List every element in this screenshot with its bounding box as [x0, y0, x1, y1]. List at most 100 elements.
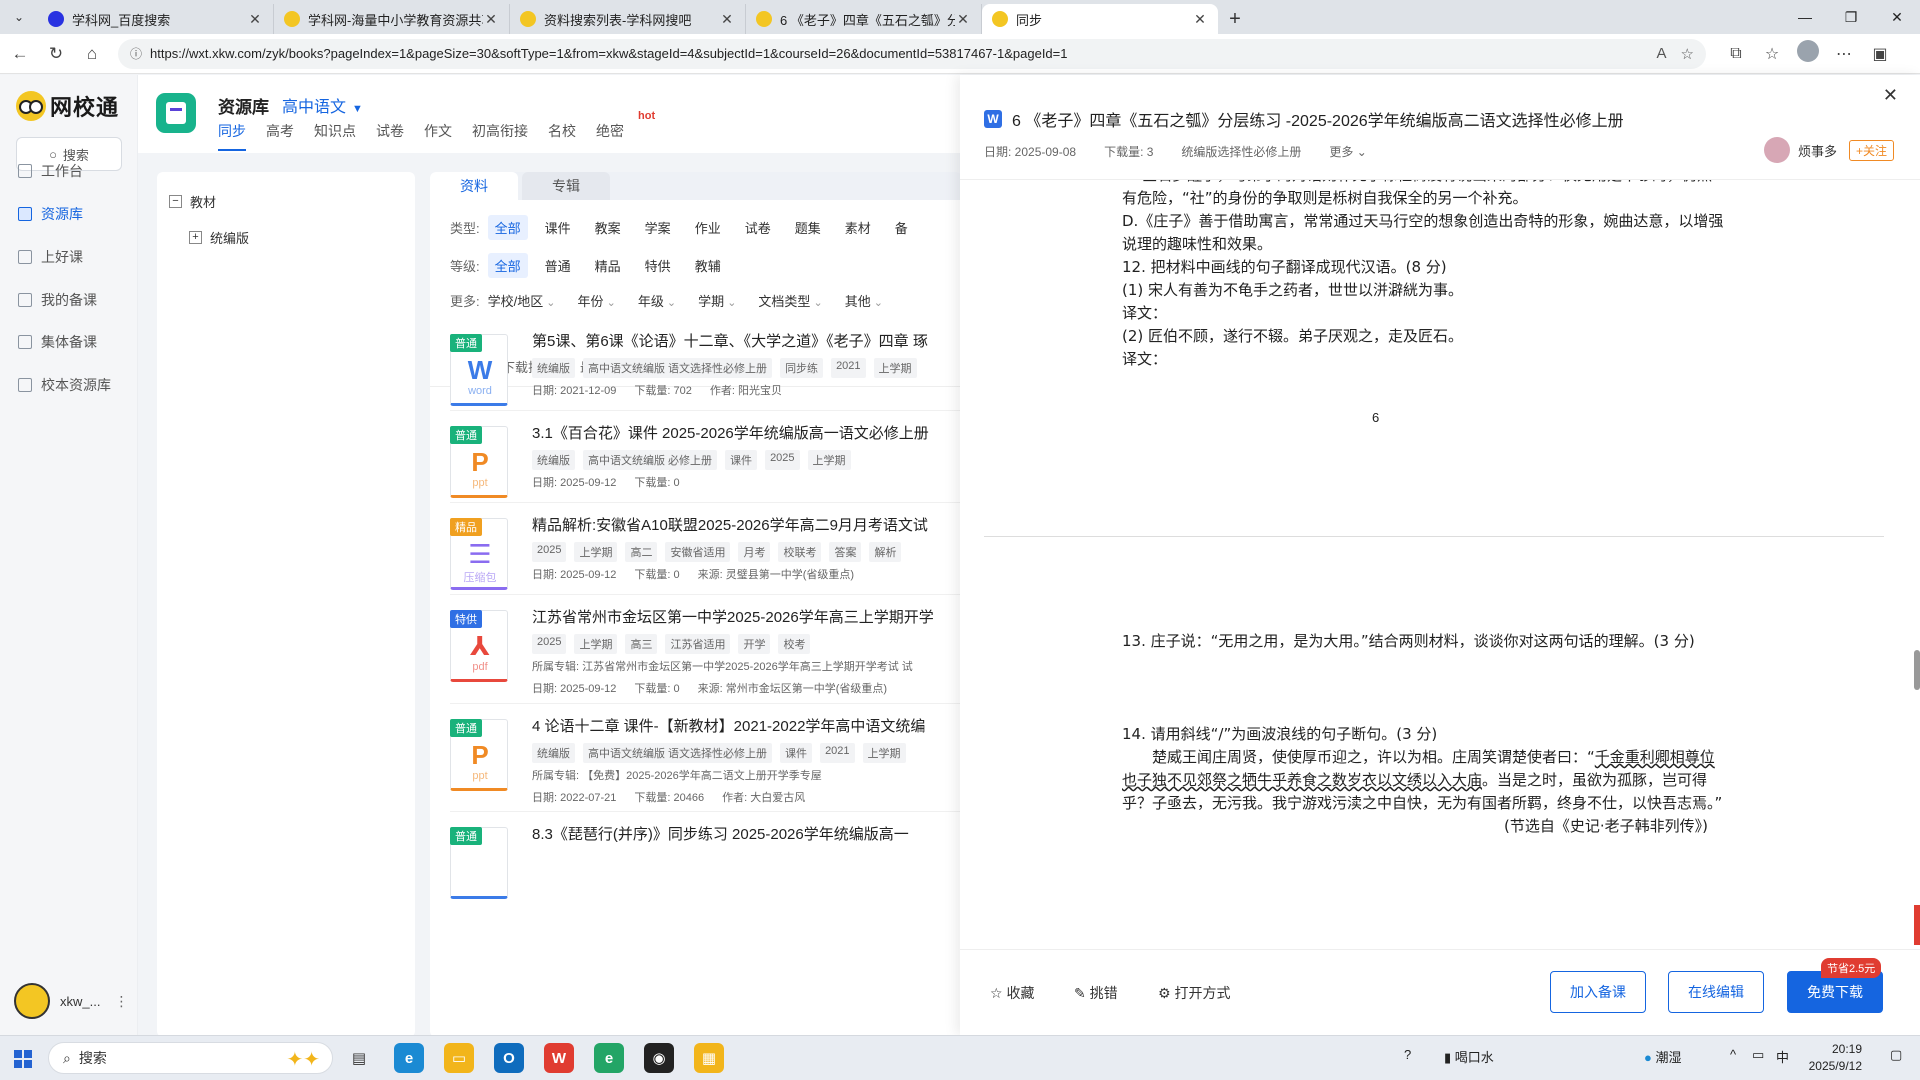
tag[interactable]: 上学期 — [574, 542, 618, 562]
header-tab[interactable]: 作文 — [424, 121, 452, 151]
header-tab[interactable]: 初高衔接 — [472, 121, 528, 151]
tag[interactable]: 开学 — [738, 634, 771, 654]
network-icon[interactable]: ▭ — [1752, 1047, 1764, 1063]
tag[interactable]: 同步练 — [780, 358, 824, 378]
sidebar-item-school-library[interactable]: 校本资源库 — [18, 375, 111, 395]
album-line[interactable]: 所属专辑: 江苏省常州市金坛区第一中学2025-2026学年高三上学期开学考试 … — [532, 658, 962, 674]
tag[interactable]: 月考 — [738, 542, 771, 562]
list-item[interactable]: 普通 8.3《琵琶行(并序)》同步练习 2025-2026学年统编版高一 — [450, 823, 962, 913]
browser-tab[interactable]: 学科网_百度搜索 ✕ — [38, 4, 274, 34]
filter-option[interactable]: 学期 — [698, 291, 736, 310]
favorites-icon[interactable]: ☆ — [1754, 44, 1790, 64]
tag[interactable]: 2025 — [532, 634, 567, 654]
close-window-button[interactable]: ✕ — [1874, 0, 1920, 34]
filter-option[interactable]: 教案 — [588, 215, 628, 240]
tag[interactable]: 课件 — [780, 743, 813, 763]
author-name[interactable]: 烦事多 — [1798, 141, 1837, 160]
tag[interactable]: 解析 — [869, 542, 902, 562]
tag[interactable]: 高中语文统编版 语文选择性必修上册 — [583, 743, 773, 763]
list-item-title[interactable]: 3.1《百合花》课件 2025-2026学年统编版高一语文必修上册 — [532, 422, 962, 443]
browser-tab[interactable]: 6 《老子》四章《五石之瓠》分 ✕ — [746, 4, 982, 34]
tag[interactable]: 上学期 — [574, 634, 618, 654]
subject-selector[interactable]: 高中语文 ▼ — [282, 93, 363, 117]
tab-albums[interactable]: 专辑 — [522, 172, 610, 200]
filter-option[interactable]: 学校/地区 — [488, 291, 556, 310]
filter-option[interactable]: 文档类型 — [758, 291, 822, 310]
info-icon[interactable]: ⓘ — [130, 45, 142, 62]
refresh-icon[interactable]: ↻ — [40, 38, 72, 70]
close-tab-icon[interactable]: ✕ — [247, 11, 263, 28]
list-item[interactable]: 普通 Pppt 3.1《百合花》课件 2025-2026学年统编版高一语文必修上册统… — [450, 422, 962, 512]
online-edit-button[interactable]: 在线编辑 — [1668, 971, 1764, 1013]
header-tab[interactable]: 高考 — [266, 121, 294, 151]
favorite-action[interactable]: ☆ 收藏 — [990, 983, 1034, 1003]
more-vertical-icon[interactable]: ⋮ — [114, 993, 128, 1010]
list-item[interactable]: 普通 Pppt 4 论语十二章 课件-【新教材】2021-2022学年高中语文统编统… — [450, 715, 962, 805]
close-tab-icon[interactable]: ✕ — [1192, 11, 1208, 28]
header-tab[interactable]: 知识点 — [314, 121, 356, 151]
open-mode-action[interactable]: ⚙ 打开方式 — [1158, 983, 1230, 1003]
tag[interactable]: 上学期 — [873, 358, 917, 378]
tag[interactable]: 高中语文统编版 必修上册 — [583, 450, 718, 470]
file-explorer-icon[interactable]: ▭ — [444, 1043, 474, 1073]
filter-option[interactable]: 作业 — [688, 215, 728, 240]
list-item-title[interactable]: 4 论语十二章 课件-【新教材】2021-2022学年高中语文统编 — [532, 715, 962, 736]
tab-materials[interactable]: 资料 — [430, 172, 518, 200]
document-page-view[interactable]: C. 匠石梦醒了，与弟子的对话则补充了栎社树没有说出来的部分：仅无用是不够的，仍… — [960, 180, 1920, 948]
header-tab[interactable]: 绝密 — [596, 121, 624, 151]
album-line[interactable]: 所属专辑: 【免费】2025-2026学年高二语文上册开学季专屋 — [532, 767, 962, 783]
list-item[interactable]: 普通 Wword 第5课、第6课《论语》十二章、《大学之道》《老子》四章 琢统编版高… — [450, 330, 962, 420]
filter-option[interactable]: 特供 — [638, 253, 678, 278]
windows-start-icon[interactable] — [14, 1050, 32, 1068]
user-profile[interactable]: xkw_... ⋮ — [14, 983, 128, 1019]
read-aloud-icon[interactable]: A — [1657, 45, 1667, 62]
filter-option[interactable]: 其他 — [845, 291, 883, 310]
close-icon[interactable]: ✕ — [1883, 85, 1898, 106]
browser-tab[interactable]: 同步 ✕ — [982, 4, 1218, 34]
filter-option[interactable]: 全部 — [487, 215, 528, 240]
task-view-icon[interactable]: ▤ — [344, 1043, 374, 1073]
extensions-icon[interactable]: ⧉ — [1718, 45, 1754, 63]
author-avatar[interactable] — [1763, 137, 1790, 163]
favorite-star-icon[interactable]: ☆ — [1681, 45, 1694, 63]
taskbar-search[interactable]: ⌕ 搜索 ✦✦ — [48, 1042, 333, 1074]
tag[interactable]: 统编版 — [532, 450, 575, 470]
tag[interactable]: 课件 — [725, 450, 758, 470]
notification-icon[interactable]: ▢ — [1890, 1047, 1902, 1063]
header-tab[interactable]: 同步 — [218, 121, 246, 151]
filter-option[interactable]: 备 — [888, 215, 915, 240]
tag[interactable]: 统编版 — [532, 743, 575, 763]
home-icon[interactable]: ⌂ — [76, 38, 108, 70]
tag[interactable]: 2021 — [820, 743, 855, 763]
qq-icon[interactable]: ◉ — [644, 1043, 674, 1073]
filter-option[interactable]: 年级 — [638, 291, 676, 310]
filter-option[interactable]: 课件 — [538, 215, 578, 240]
filter-option[interactable]: 教辅 — [688, 253, 728, 278]
tree-node-textbook[interactable]: − 教材 — [169, 192, 216, 211]
new-tab-button[interactable]: + — [1218, 4, 1252, 34]
sidebar-item-group-prep[interactable]: 集体备课 — [18, 332, 97, 352]
books-app-icon[interactable]: ▦ — [694, 1043, 724, 1073]
water-reminder-app[interactable]: ▮ 喝口水 — [1444, 1047, 1494, 1066]
follow-button[interactable]: +关注 — [1848, 139, 1894, 161]
expand-icon[interactable]: + — [189, 231, 202, 244]
header-tab[interactable]: 名校 — [548, 121, 576, 151]
filter-option[interactable]: 学案 — [638, 215, 678, 240]
header-tab[interactable]: 试卷 — [376, 121, 404, 151]
collapse-icon[interactable]: − — [169, 195, 182, 208]
filter-option[interactable]: 精品 — [588, 253, 628, 278]
weather-widget[interactable]: ● 潮湿 — [1644, 1047, 1681, 1066]
url-field[interactable]: ⓘ https://wxt.xkw.com/zyk/books?pageInde… — [118, 38, 1706, 69]
report-error-action[interactable]: ✎ 挑错 — [1074, 983, 1118, 1003]
tag[interactable]: 安徽省适用 — [665, 542, 731, 562]
sidebar-item-workbench[interactable]: 工作台 — [18, 161, 83, 181]
minimize-button[interactable]: — — [1782, 0, 1828, 34]
tag[interactable]: 高中语文统编版 语文选择性必修上册 — [583, 358, 773, 378]
tag[interactable]: 答案 — [829, 542, 862, 562]
list-item[interactable]: 特供 ⅄ pdf 江苏省常州市金坛区第一中学2025-2026学年高三上学期开学 202… — [450, 606, 962, 696]
more-dropdown[interactable]: 更多 ⌄ — [1329, 143, 1366, 160]
sidebar-toggle-icon[interactable]: ▣ — [1862, 44, 1898, 64]
tag[interactable]: 2025 — [532, 542, 567, 562]
tag[interactable]: 高三 — [625, 634, 658, 654]
tag[interactable]: 上学期 — [807, 450, 851, 470]
